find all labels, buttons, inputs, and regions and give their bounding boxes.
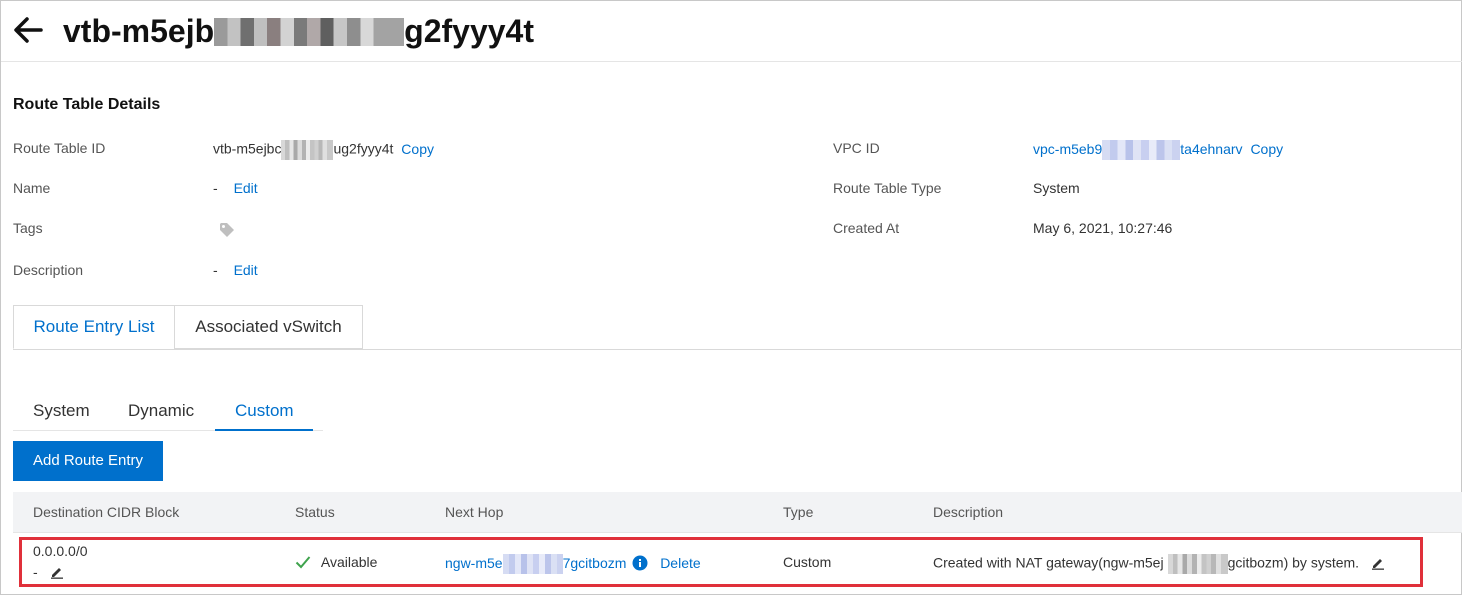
created-at-value: May 6, 2021, 10:27:46 bbox=[1033, 220, 1173, 236]
next-hop-cell: ngw-m5e 7gcitbozm Delete bbox=[445, 554, 701, 574]
subtab-dynamic[interactable]: Dynamic bbox=[128, 401, 194, 421]
column-header-next-hop[interactable]: Next Hop bbox=[445, 504, 503, 520]
route-description-cell: Created with NAT gateway(ngw-m5ej gcitboz… bbox=[933, 554, 1385, 574]
redacted-block bbox=[1102, 140, 1181, 160]
route-table-id-value: vtb-m5ejbc ug2fyyy4t Copy bbox=[213, 140, 434, 160]
page-title: vtb-m5ejb g2fyyy4t bbox=[63, 11, 534, 51]
column-header-status[interactable]: Status bbox=[295, 504, 335, 520]
copy-vpc-id-button[interactable]: Copy bbox=[1250, 141, 1283, 157]
route-table-type-value: System bbox=[1033, 180, 1080, 196]
copy-route-table-id-button[interactable]: Copy bbox=[401, 141, 434, 157]
edit-name-button[interactable]: Edit bbox=[234, 180, 258, 196]
redacted-block bbox=[281, 140, 334, 160]
cidr-description: - bbox=[33, 564, 64, 580]
next-hop-link[interactable]: ngw-m5e 7gcitbozm bbox=[445, 554, 627, 574]
subtab-custom[interactable]: Custom bbox=[235, 401, 294, 421]
redacted-block bbox=[214, 18, 405, 46]
table-header: Destination CIDR Block Status Next Hop T… bbox=[13, 492, 1462, 533]
route-description-prefix: Created with NAT gateway(ngw-m5ej bbox=[933, 554, 1164, 571]
description-label: Description bbox=[13, 262, 84, 278]
page-title-prefix: vtb-m5ejb bbox=[63, 13, 215, 49]
route-table-id-prefix: vtb-m5ejbc bbox=[213, 140, 282, 157]
type-value: Custom bbox=[783, 554, 832, 570]
name-text: - bbox=[213, 180, 218, 196]
vpc-id-prefix: vpc-m5eb9 bbox=[1033, 140, 1103, 157]
redacted-block bbox=[502, 554, 563, 574]
edit-pencil-icon[interactable] bbox=[1371, 556, 1385, 570]
add-route-entry-button[interactable]: Add Route Entry bbox=[13, 441, 163, 481]
tags-label: Tags bbox=[13, 220, 43, 236]
next-hop-suffix: 7gcitbozm bbox=[562, 554, 627, 571]
tag-icon[interactable] bbox=[219, 222, 235, 238]
redacted-block bbox=[1167, 554, 1228, 574]
info-icon[interactable] bbox=[632, 555, 648, 571]
edit-description-button[interactable]: Edit bbox=[234, 262, 258, 278]
vpc-id-value: vpc-m5eb9 ta4ehnarv Copy bbox=[1033, 140, 1283, 160]
vpc-id-suffix: ta4ehnarv bbox=[1180, 140, 1243, 157]
route-table-type-label: Route Table Type bbox=[833, 180, 942, 196]
tabs-divider bbox=[13, 349, 1462, 350]
column-header-cidr[interactable]: Destination CIDR Block bbox=[33, 504, 179, 520]
tab-associated-vswitch[interactable]: Associated vSwitch bbox=[174, 305, 363, 349]
column-header-description[interactable]: Description bbox=[933, 504, 1003, 520]
status-cell: Available bbox=[295, 554, 377, 570]
route-description-suffix: gcitbozm) by system. bbox=[1227, 554, 1360, 571]
description-value: - Edit bbox=[213, 262, 258, 278]
back-arrow-icon[interactable] bbox=[11, 13, 45, 47]
vpc-id-link[interactable]: vpc-m5eb9 ta4ehnarv bbox=[1033, 140, 1243, 160]
route-table-id-label: Route Table ID bbox=[13, 140, 106, 156]
section-title: Route Table Details bbox=[13, 96, 161, 113]
page-title-suffix: g2fyyy4t bbox=[404, 13, 534, 49]
cidr-value: 0.0.0.0/0 bbox=[33, 543, 88, 559]
next-hop-prefix: ngw-m5e bbox=[445, 554, 503, 571]
description-text: - bbox=[213, 262, 218, 278]
check-icon bbox=[295, 556, 311, 569]
tab-route-entry-list[interactable]: Route Entry List bbox=[13, 305, 175, 349]
subtab-system[interactable]: System bbox=[33, 401, 90, 421]
cidr-description-text: - bbox=[33, 564, 38, 580]
subtab-active-indicator bbox=[215, 429, 313, 431]
created-at-label: Created At bbox=[833, 220, 900, 236]
name-value: - Edit bbox=[213, 180, 258, 196]
vpc-id-label: VPC ID bbox=[833, 140, 880, 156]
edit-pencil-icon[interactable] bbox=[50, 565, 64, 579]
route-table-id-suffix: ug2fyyy4t bbox=[333, 140, 394, 157]
status-text: Available bbox=[320, 554, 378, 570]
name-label: Name bbox=[13, 180, 51, 196]
delete-route-button[interactable]: Delete bbox=[660, 555, 700, 571]
column-header-type[interactable]: Type bbox=[783, 504, 813, 520]
header-divider bbox=[1, 61, 1462, 62]
